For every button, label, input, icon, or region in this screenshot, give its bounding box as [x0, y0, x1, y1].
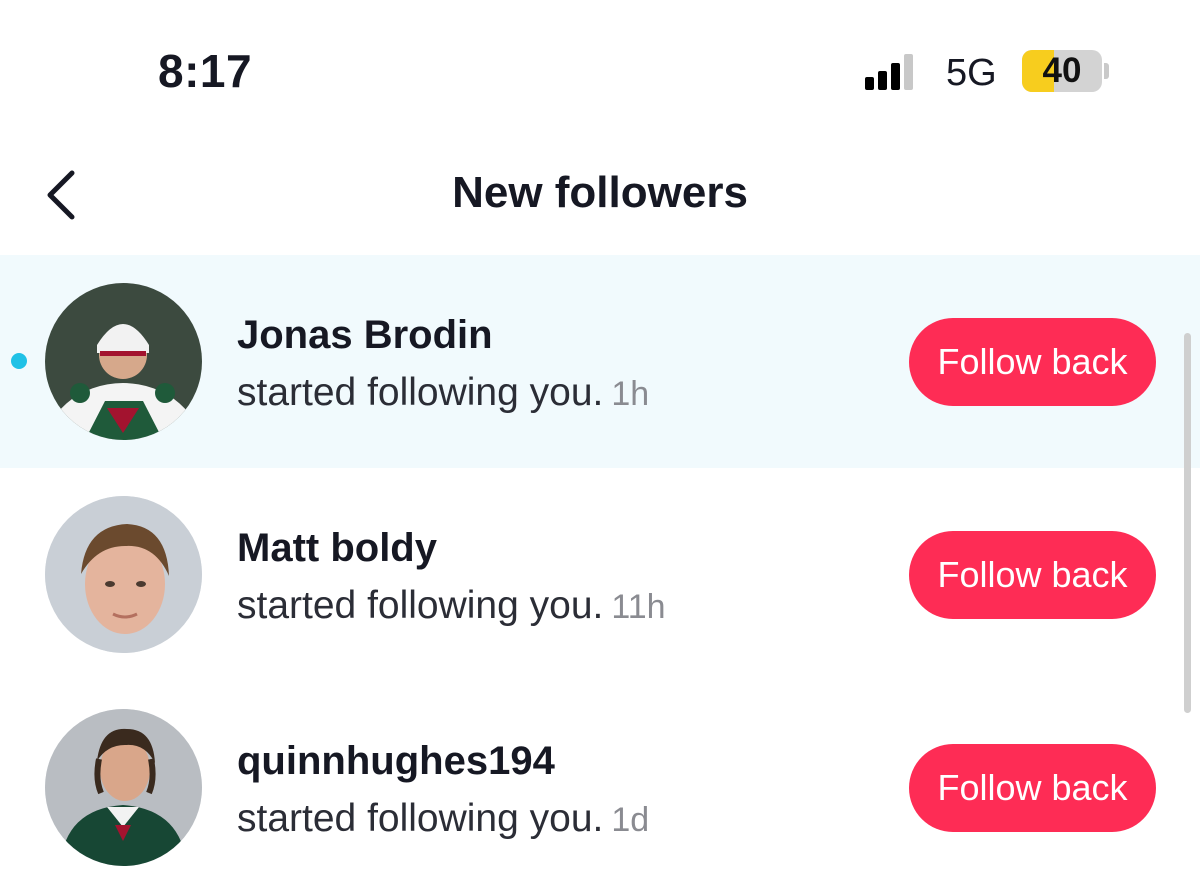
follower-name[interactable]: Matt boldy [237, 526, 437, 571]
activity-text: started following you. [237, 584, 604, 627]
activity-text: started following you. [237, 371, 604, 414]
avatar[interactable] [45, 283, 202, 440]
status-time: 8:17 [158, 45, 253, 97]
follower-activity: started following you. 1h [237, 371, 649, 415]
activity-text: started following you. [237, 797, 604, 840]
activity-time: 11h [611, 588, 666, 626]
network-type: 5G [946, 52, 997, 94]
follower-row[interactable]: quinnhughes194 started following you. 1d … [0, 681, 1200, 894]
battery-cap [1104, 63, 1109, 79]
follower-activity: started following you. 11h [237, 584, 666, 628]
follower-activity: started following you. 1d [237, 797, 649, 841]
follower-name[interactable]: Jonas Brodin [237, 313, 493, 358]
follower-row[interactable]: Jonas Brodin started following you. 1h Fo… [0, 255, 1200, 468]
activity-time: 1d [611, 801, 650, 839]
follower-name[interactable]: quinnhughes194 [237, 739, 555, 784]
scrollbar[interactable] [1184, 333, 1191, 713]
follower-row[interactable]: Matt boldy started following you. 11h Fol… [0, 468, 1200, 681]
avatar[interactable] [45, 496, 202, 653]
page-title: New followers [452, 168, 748, 217]
avatar[interactable] [45, 709, 202, 866]
signal-strength-icon [865, 52, 913, 90]
activity-time: 1h [611, 375, 650, 413]
follow-back-button[interactable]: Follow back [909, 531, 1156, 619]
battery-percent: 40 [1042, 51, 1082, 90]
battery-icon: 40 [1022, 50, 1102, 92]
unread-indicator [11, 353, 27, 369]
followers-list: Jonas Brodin started following you. 1h Fo… [0, 255, 1200, 894]
follow-back-button[interactable]: Follow back [909, 318, 1156, 406]
follow-back-button[interactable]: Follow back [909, 744, 1156, 832]
